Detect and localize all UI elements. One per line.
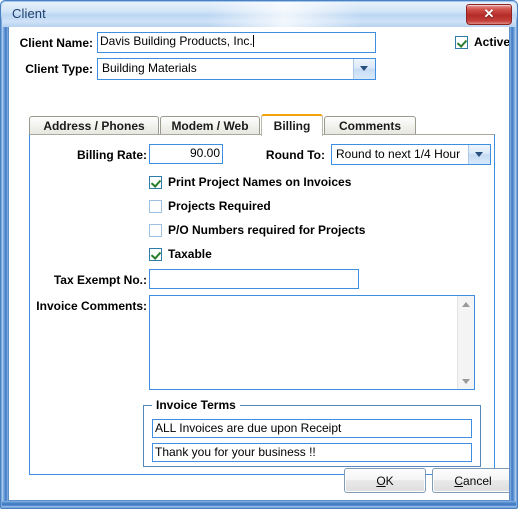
text-caret [252, 35, 254, 47]
projects-required-label: Projects Required [168, 199, 271, 213]
projects-required-checkbox[interactable] [149, 199, 162, 213]
tab-billing[interactable]: Billing [261, 114, 323, 136]
round-to-select[interactable]: Round to next 1/4 Hour [331, 144, 491, 165]
dialog-client-area: Client Name: Davis Building Products, In… [8, 27, 510, 501]
print-project-names-checkbox[interactable] [149, 175, 162, 189]
tax-exempt-label: Tax Exempt No.: [53, 273, 147, 287]
po-numbers-required-label: P/O Numbers required for Projects [168, 223, 366, 237]
invoice-comments-label: Invoice Comments: [36, 299, 147, 313]
client-name-label: Client Name: [19, 36, 93, 50]
invoice-comments-textarea[interactable] [149, 295, 475, 390]
invoice-terms-line1-input[interactable]: ALL Invoices are due upon Receipt [152, 419, 472, 438]
checkbox-row-projects-required[interactable]: Projects Required [149, 199, 271, 213]
invoice-terms-title: Invoice Terms [152, 398, 240, 412]
checkbox-row-print-project-names[interactable]: Print Project Names on Invoices [149, 175, 351, 189]
close-button[interactable]: ✕ [466, 4, 512, 25]
tab-address-phones[interactable]: Address / Phones [29, 116, 159, 135]
billing-rate-input[interactable]: 90.00 [149, 144, 223, 164]
chevron-down-icon [475, 151, 484, 158]
client-type-select[interactable]: Building Materials [97, 58, 376, 80]
invoice-terms-group: Invoice Terms ALL Invoices are due upon … [143, 398, 481, 467]
window-frame-bottom [2, 501, 516, 507]
tax-exempt-input[interactable] [149, 269, 359, 289]
active-checkbox-row[interactable]: Active [455, 35, 510, 49]
window-title: Client [12, 6, 46, 21]
chevron-down-icon [360, 66, 369, 72]
cancel-rest: ancel [462, 473, 492, 488]
po-numbers-required-checkbox[interactable] [149, 223, 162, 237]
cancel-button[interactable]: Cancel [432, 468, 509, 493]
active-checkbox[interactable] [455, 35, 468, 49]
tab-modem-web[interactable]: Modem / Web [160, 116, 260, 135]
cancel-mnemonic: C [454, 473, 463, 488]
client-type-value: Building Materials [102, 61, 197, 75]
client-name-input[interactable]: Davis Building Products, Inc. [97, 32, 376, 53]
tab-comments[interactable]: Comments [324, 116, 416, 135]
invoice-comments-scrollbar[interactable] [457, 296, 474, 389]
round-to-value: Round to next 1/4 Hour [336, 147, 461, 161]
scroll-down-icon[interactable] [458, 373, 474, 389]
close-icon: ✕ [483, 6, 495, 21]
taxable-label: Taxable [168, 247, 212, 261]
client-name-value: Davis Building Products, Inc. [100, 34, 253, 48]
print-project-names-label: Print Project Names on Invoices [168, 175, 352, 189]
ok-button[interactable]: OK [344, 468, 426, 493]
client-dialog-window: Client ✕ Client Name: Davis Building Pro… [0, 0, 518, 509]
round-to-label: Round To: [265, 148, 325, 162]
ok-rest: K [385, 473, 394, 488]
title-bar[interactable]: Client ✕ [2, 2, 516, 27]
taxable-checkbox[interactable] [149, 247, 162, 261]
active-checkbox-label: Active [474, 35, 510, 49]
client-type-dropdown-button[interactable] [353, 59, 375, 79]
invoice-terms-line2-input[interactable]: Thank you for your business !! [152, 443, 472, 462]
checkbox-row-taxable[interactable]: Taxable [149, 247, 212, 261]
scroll-up-icon[interactable] [458, 296, 474, 312]
billing-rate-label: Billing Rate: [76, 148, 147, 162]
ok-mnemonic: O [376, 473, 386, 488]
client-type-label: Client Type: [25, 62, 93, 76]
window-frame-right [510, 27, 516, 507]
checkbox-row-po-numbers-required[interactable]: P/O Numbers required for Projects [149, 223, 365, 237]
round-to-dropdown-button[interactable] [468, 145, 490, 164]
